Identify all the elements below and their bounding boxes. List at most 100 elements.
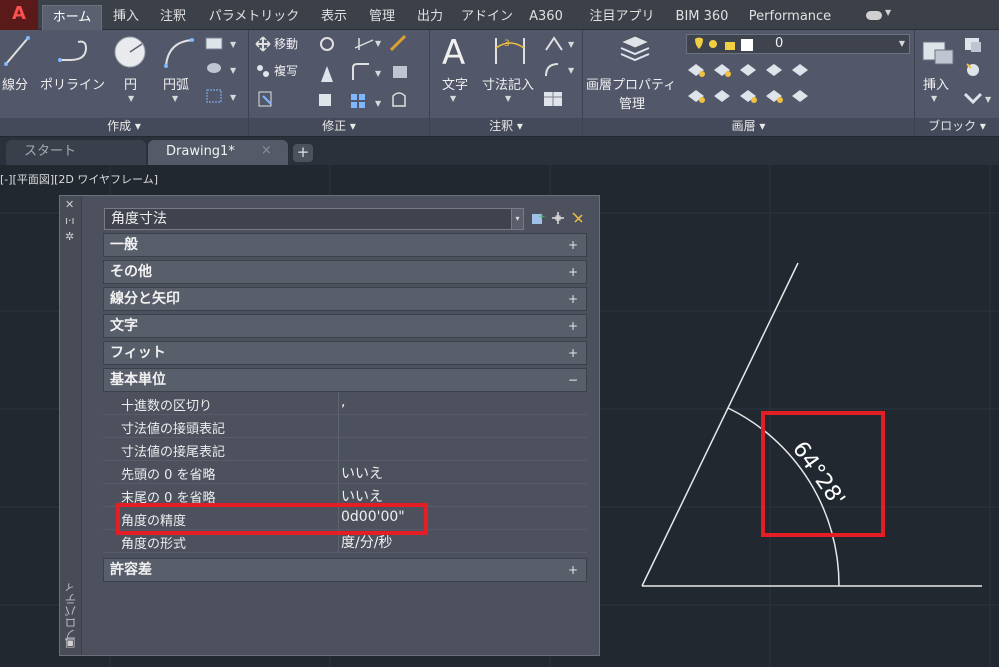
- close-tab-icon[interactable]: ×: [261, 143, 272, 158]
- prop-row-dim-prefix[interactable]: 寸法値の接頭表記: [103, 415, 587, 438]
- panel-title-layers[interactable]: 画層 ▾: [583, 118, 914, 136]
- layer-properties-icon[interactable]: [617, 32, 653, 66]
- svg-text:+: +: [538, 212, 546, 222]
- viewport-controls-label[interactable]: [-][平面図][2D ワイヤフレーム]: [0, 171, 158, 187]
- layer-state-icons: [695, 37, 753, 51]
- arc-button[interactable]: 円弧: [163, 74, 189, 93]
- layer-properties-button-line2[interactable]: 管理: [619, 93, 645, 112]
- tab-parametric[interactable]: パラメトリック: [202, 5, 306, 30]
- polyline-button[interactable]: ポリライン: [40, 74, 105, 93]
- line-button[interactable]: 線分: [2, 74, 28, 93]
- chevron-down-icon[interactable]: ▼: [128, 94, 134, 103]
- modify-tools-icon[interactable]: ▼ ▼ ▼: [315, 34, 425, 114]
- category-text[interactable]: 文字 +: [103, 314, 587, 338]
- prop-row-dim-suffix[interactable]: 寸法値の接尾表記: [103, 438, 587, 461]
- tab-manage[interactable]: 管理: [362, 5, 402, 30]
- prop-value[interactable]: 度/分/秒: [341, 532, 392, 552]
- collapse-icon[interactable]: −: [568, 369, 578, 391]
- layer-properties-button[interactable]: 画層プロパティ: [586, 74, 676, 93]
- text-icon[interactable]: A: [440, 32, 470, 68]
- insert-button[interactable]: 挿入: [923, 74, 949, 93]
- prop-value[interactable]: ,: [341, 394, 345, 410]
- tab-bim360[interactable]: BIM 360: [672, 5, 732, 30]
- svg-text:▼: ▼: [568, 66, 575, 75]
- expand-icon[interactable]: +: [568, 342, 578, 364]
- category-label: 線分と矢印: [110, 291, 180, 307]
- quick-select-icon[interactable]: [570, 210, 586, 226]
- category-fit[interactable]: フィット +: [103, 341, 587, 365]
- prop-value[interactable]: いいえ: [341, 463, 383, 483]
- category-misc[interactable]: その他 +: [103, 260, 587, 284]
- select-objects-icon[interactable]: [550, 210, 566, 226]
- ribbon-toggle-icon[interactable]: [866, 11, 882, 20]
- object-type-dropdown[interactable]: 角度寸法 ▾: [104, 208, 524, 230]
- file-tab-bar: スタート Drawing1* × +: [0, 137, 999, 165]
- panel-modify: 移動 複写 ▼ ▼ ▼ 修正 ▾: [249, 30, 430, 136]
- expand-icon[interactable]: +: [568, 261, 578, 283]
- prop-name: 寸法値の接頭表記: [121, 422, 226, 437]
- tab-a360[interactable]: A360: [526, 5, 566, 30]
- autohide-icon[interactable]: ı·ı: [65, 214, 75, 227]
- chevron-down-icon[interactable]: ▼: [899, 39, 905, 48]
- prop-row-decimal-separator[interactable]: 十進数の区切り ,: [103, 392, 587, 415]
- circle-button[interactable]: 円: [124, 74, 137, 93]
- palette-properties-icon[interactable]: ▣: [65, 636, 75, 649]
- insert-block-icon[interactable]: [919, 34, 957, 68]
- chevron-down-icon[interactable]: ▼: [885, 8, 891, 17]
- prop-name: 先頭の 0 を省略: [121, 468, 216, 483]
- chevron-down-icon[interactable]: ▼: [505, 94, 511, 103]
- line-icon[interactable]: [2, 32, 32, 68]
- expand-icon[interactable]: +: [568, 315, 578, 337]
- tab-view[interactable]: 表示: [314, 5, 354, 30]
- properties-palette: ✕ ı·ı ✲ プロパティ ▣ 角度寸法 ▾ + 一般 + その他 + 線分と矢…: [59, 195, 600, 656]
- category-label: フィット: [110, 345, 166, 361]
- circle-icon[interactable]: [112, 34, 148, 70]
- panel-title-modify[interactable]: 修正 ▾: [249, 118, 429, 136]
- settings-icon[interactable]: ✲: [65, 230, 74, 243]
- panel-title-draw[interactable]: 作成 ▾: [0, 118, 248, 136]
- panel-title-annotation[interactable]: 注釈 ▾: [430, 118, 582, 136]
- new-tab-button[interactable]: +: [293, 144, 313, 162]
- category-lines-arrows[interactable]: 線分と矢印 +: [103, 287, 587, 311]
- tab-insert[interactable]: 挿入: [108, 5, 144, 30]
- block-tools-icon[interactable]: ▼: [963, 36, 995, 112]
- polyline-icon[interactable]: [56, 36, 96, 66]
- toggle-pickadd-icon[interactable]: +: [530, 210, 546, 226]
- stretch-icon[interactable]: [257, 90, 275, 108]
- category-general[interactable]: 一般 +: [103, 233, 587, 257]
- layer-dropdown[interactable]: 0 ▼: [686, 34, 910, 54]
- tab-annotate[interactable]: 注釈: [152, 5, 194, 30]
- panel-title-block[interactable]: ブロック ▾: [915, 118, 999, 136]
- prop-name: 寸法値の接尾表記: [121, 445, 226, 460]
- draw-small-tools-icon[interactable]: ▼ ▼ ▼: [204, 36, 244, 116]
- copy-button[interactable]: 複写: [255, 61, 298, 81]
- svg-text:▼: ▼: [230, 93, 237, 102]
- category-primary-units[interactable]: 基本単位 −: [103, 368, 587, 392]
- annotation-small-tools-icon[interactable]: ▼ ▼: [542, 36, 580, 114]
- tab-featured-apps[interactable]: 注目アプリ: [582, 5, 662, 30]
- category-label: 基本単位: [110, 372, 166, 388]
- tab-performance[interactable]: Performance: [744, 5, 836, 30]
- move-button[interactable]: 移動: [255, 34, 298, 54]
- layer-tools-icon[interactable]: [686, 60, 816, 112]
- application-menu-button[interactable]: A: [0, 0, 38, 30]
- dimension-icon[interactable]: 3: [492, 34, 528, 68]
- tab-output[interactable]: 出力: [410, 5, 450, 30]
- tab-home[interactable]: ホーム: [42, 5, 102, 30]
- chevron-down-icon[interactable]: ▼: [172, 94, 178, 103]
- tab-addins[interactable]: アドイン: [458, 5, 516, 30]
- prop-row-suppress-leading-zeros[interactable]: 先頭の 0 を省略 いいえ: [103, 461, 587, 484]
- svg-text:▼: ▼: [985, 95, 992, 104]
- arc-icon[interactable]: [160, 34, 196, 70]
- chevron-down-icon[interactable]: ▼: [450, 94, 456, 103]
- dimension-button[interactable]: 寸法記入: [482, 74, 534, 93]
- chevron-down-icon[interactable]: ▾: [511, 209, 523, 229]
- expand-icon[interactable]: +: [568, 559, 578, 581]
- category-tolerances[interactable]: 許容差 +: [103, 558, 587, 582]
- expand-icon[interactable]: +: [568, 288, 578, 310]
- close-icon[interactable]: ✕: [65, 198, 74, 211]
- expand-icon[interactable]: +: [568, 234, 578, 256]
- chevron-down-icon[interactable]: ▼: [931, 94, 937, 103]
- file-tab-start[interactable]: スタート: [6, 140, 146, 165]
- text-button[interactable]: 文字: [442, 74, 468, 93]
